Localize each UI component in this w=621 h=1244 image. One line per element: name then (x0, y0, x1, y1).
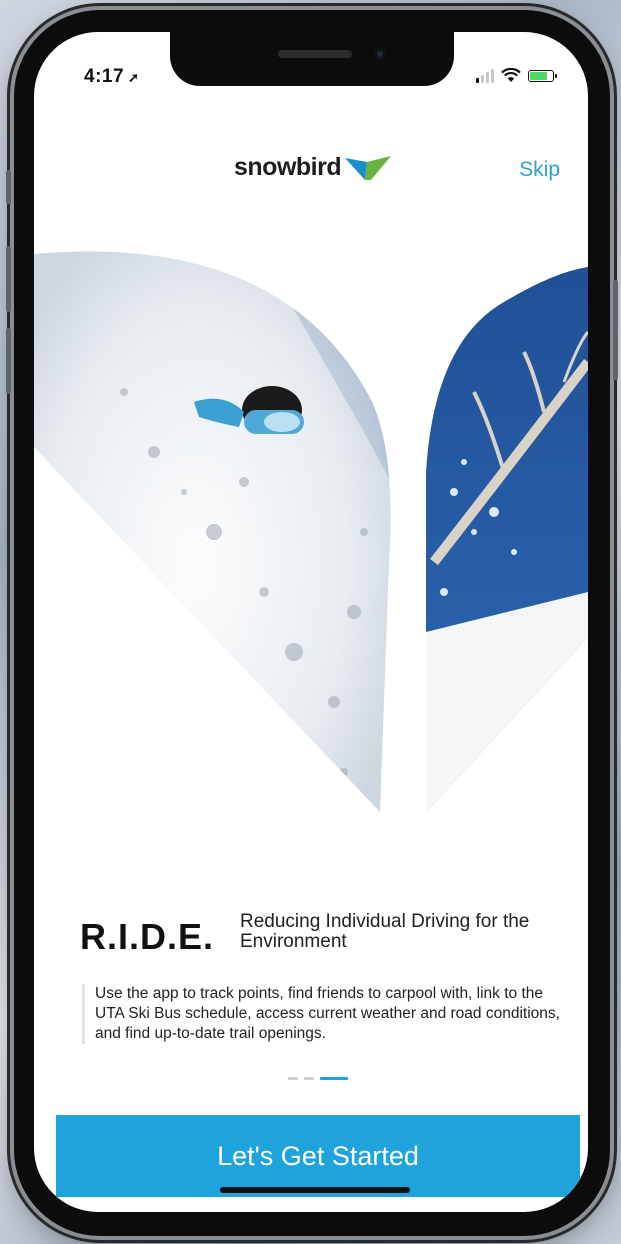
home-indicator (220, 1187, 410, 1193)
snowbird-logo: snowbird (234, 152, 393, 182)
status-indicators (476, 68, 557, 83)
brand-wordmark: snowbird (234, 152, 342, 181)
page-dot-active[interactable] (320, 1077, 348, 1080)
mute-switch (6, 170, 11, 204)
volume-up-button (6, 246, 11, 312)
bird-logo-icon (345, 156, 392, 180)
power-button (613, 280, 618, 380)
battery-icon (528, 69, 557, 82)
hero-image (34, 251, 588, 812)
front-camera (374, 48, 386, 60)
cellular-signal-icon (476, 68, 494, 83)
app-screen: 4:17 ➚ snowbird Skip R.I.D.E. Reducing I… (34, 32, 588, 1212)
page-dot[interactable] (288, 1077, 298, 1080)
skip-button[interactable]: Skip (519, 158, 560, 182)
volume-down-button (6, 328, 11, 394)
clock: 4:17 (84, 66, 125, 87)
battery-level (530, 71, 547, 80)
page-indicator (288, 1077, 348, 1080)
wifi-icon (501, 68, 521, 82)
onboarding-description: Use the app to track points, find friend… (82, 984, 571, 1044)
onboarding-subtitle: Reducing Individual Driving for the Envi… (240, 911, 530, 952)
get-started-button[interactable]: Let's Get Started (56, 1115, 580, 1197)
notch (170, 32, 454, 86)
onboarding-title: R.I.D.E. (80, 916, 215, 957)
status-time: 4:17 ➚ (84, 66, 139, 88)
location-arrow-icon: ➚ (128, 70, 140, 85)
speaker (278, 50, 352, 58)
page-dot[interactable] (304, 1077, 314, 1080)
